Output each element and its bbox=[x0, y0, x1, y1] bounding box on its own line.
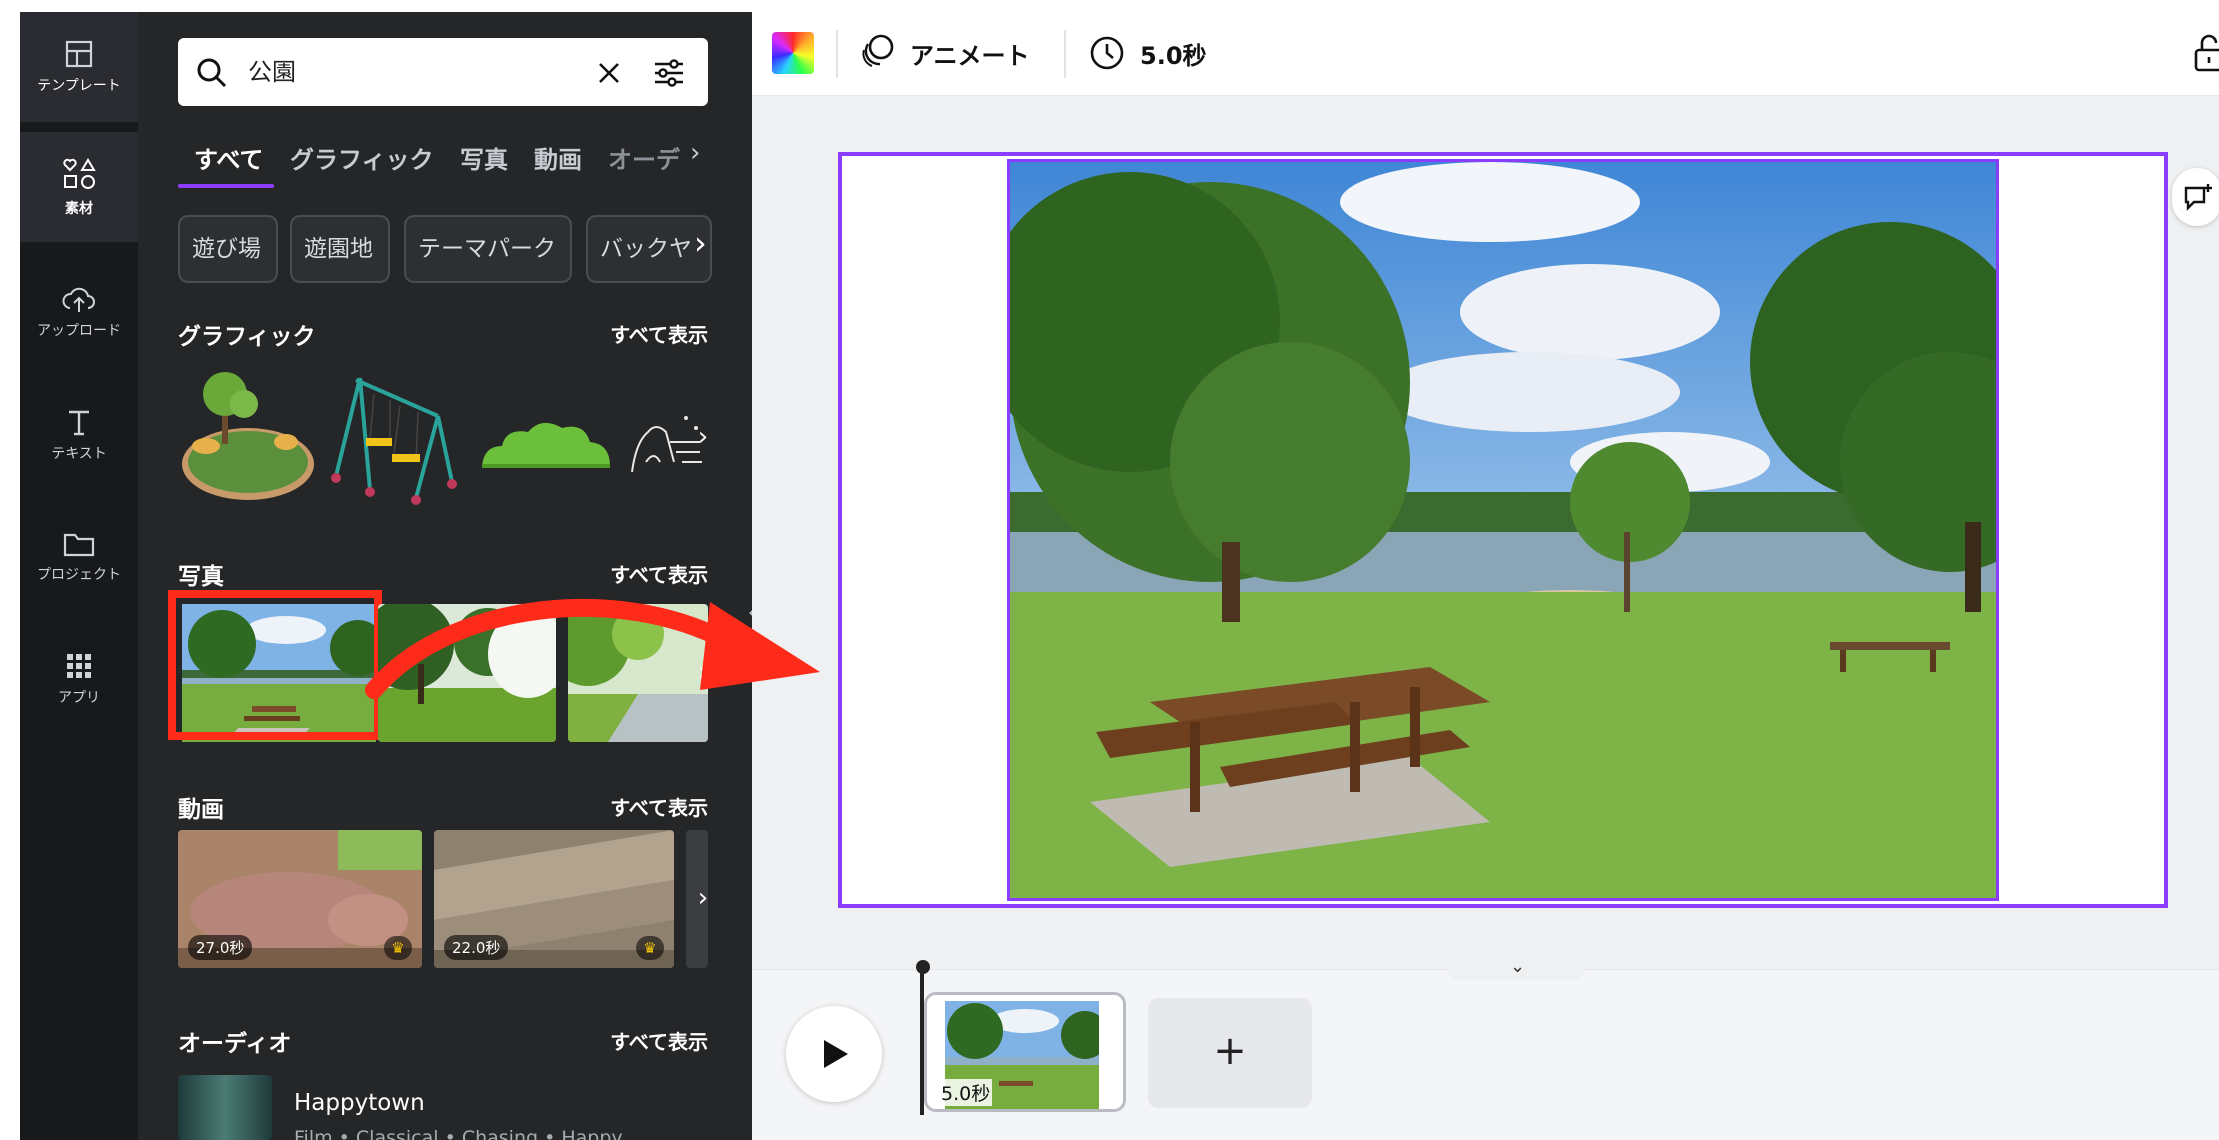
editor-toolbar: アニメート 5.0秒 bbox=[752, 12, 2219, 96]
tab-active-indicator bbox=[178, 184, 274, 188]
graphics-see-all[interactable]: すべて表示 bbox=[610, 319, 708, 348]
bush-graphic[interactable] bbox=[478, 412, 614, 472]
tab-all[interactable]: すべて bbox=[194, 140, 263, 175]
color-picker-icon[interactable] bbox=[772, 32, 814, 74]
toolbar-divider bbox=[1064, 30, 1066, 78]
comment-button[interactable] bbox=[2172, 168, 2219, 226]
rail-item-apps[interactable]: アプリ bbox=[20, 624, 138, 734]
drag-arrow-annotation bbox=[365, 599, 820, 699]
elements-icon bbox=[63, 158, 96, 189]
premium-crown-icon: ♛ bbox=[384, 936, 412, 960]
lock-icon[interactable] bbox=[2192, 32, 2219, 74]
search-input[interactable]: 公園 bbox=[248, 38, 296, 106]
timeline: ⌄ 5.0秒 + bbox=[752, 956, 2219, 1140]
rail-item-text[interactable]: テキスト bbox=[20, 380, 138, 490]
video-thumb-2[interactable]: 22.0秒 ♛ bbox=[434, 830, 674, 968]
search-box[interactable]: 公園 bbox=[178, 38, 708, 106]
tab-audio[interactable]: オーデ bbox=[608, 140, 680, 175]
selected-photo-highlight bbox=[168, 590, 382, 740]
rail-label-uploads: アップロード bbox=[37, 323, 121, 339]
tab-photos[interactable]: 写真 bbox=[460, 140, 508, 175]
add-page-button[interactable]: + bbox=[1148, 998, 1312, 1108]
graphics-heading: グラフィック bbox=[178, 324, 316, 350]
play-button[interactable] bbox=[786, 1006, 882, 1102]
rail-label-templates: テンプレート bbox=[37, 78, 121, 94]
tabs-next-icon[interactable]: › bbox=[690, 138, 700, 168]
video-duration-badge: 22.0秒 bbox=[444, 935, 509, 960]
design-page[interactable] bbox=[838, 152, 2168, 908]
comment-add-icon bbox=[2184, 184, 2212, 211]
videos-next-icon[interactable]: › bbox=[690, 878, 716, 918]
timeline-clip[interactable]: 5.0秒 bbox=[924, 992, 1126, 1112]
upload-icon bbox=[62, 287, 95, 312]
tab-videos[interactable]: 動画 bbox=[534, 140, 582, 175]
chips-next-icon[interactable]: › bbox=[694, 224, 707, 262]
text-icon bbox=[69, 410, 89, 436]
chevron-down-icon: ⌄ bbox=[1510, 956, 1526, 977]
rail-item-projects[interactable]: プロジェクト bbox=[20, 502, 138, 612]
premium-crown-icon: ♛ bbox=[636, 936, 664, 960]
audio-cover-image[interactable] bbox=[178, 1075, 272, 1140]
timeline-toggle[interactable]: ⌄ bbox=[1446, 956, 1586, 980]
duration-button[interactable]: 5.0秒 bbox=[1140, 36, 1207, 71]
template-icon bbox=[65, 40, 93, 68]
animate-icon[interactable] bbox=[858, 32, 898, 72]
chip-amusement-park[interactable]: 遊園地 bbox=[290, 215, 390, 283]
audio-see-all[interactable]: すべて表示 bbox=[610, 1026, 708, 1055]
swing-graphic[interactable] bbox=[330, 370, 460, 510]
park-graphic[interactable] bbox=[178, 364, 318, 504]
audio-track-tags: Film • Classical • Chasing • Happy bbox=[294, 1127, 623, 1140]
apps-icon bbox=[67, 654, 91, 678]
audio-track-title[interactable]: Happytown bbox=[294, 1090, 425, 1116]
playhead-knob[interactable] bbox=[916, 960, 930, 974]
tab-graphics[interactable]: グラフィック bbox=[290, 140, 434, 175]
clear-icon[interactable] bbox=[596, 60, 622, 86]
rail-label-apps: アプリ bbox=[58, 690, 100, 706]
rail-label-projects: プロジェクト bbox=[37, 567, 121, 583]
rail-label-text: テキスト bbox=[51, 446, 107, 462]
video-duration-badge: 27.0秒 bbox=[188, 935, 253, 960]
rail-item-templates[interactable]: テンプレート bbox=[20, 12, 138, 122]
rail-item-uploads[interactable]: アップロード bbox=[20, 257, 138, 367]
graphics-next-icon[interactable]: › bbox=[690, 417, 716, 457]
audio-heading: オーディオ bbox=[178, 1031, 292, 1057]
rail-label-elements: 素材 bbox=[65, 201, 93, 217]
videos-see-all[interactable]: すべて表示 bbox=[610, 792, 708, 821]
left-rail: テンプレート 素材 アップロード テキスト プロジェクト アプリ bbox=[20, 12, 138, 1140]
chip-playground[interactable]: 遊び場 bbox=[178, 215, 278, 283]
animate-button[interactable]: アニメート bbox=[910, 36, 1030, 71]
chip-theme-park[interactable]: テーマパーク bbox=[404, 215, 572, 283]
park-photo[interactable] bbox=[1007, 159, 1999, 901]
search-icon bbox=[197, 58, 227, 88]
play-icon bbox=[824, 1040, 848, 1068]
clock-icon[interactable] bbox=[1088, 34, 1126, 72]
clip-duration: 5.0秒 bbox=[939, 1079, 993, 1106]
park-photo-image bbox=[1010, 162, 1996, 898]
videos-heading: 動画 bbox=[178, 797, 224, 823]
rail-item-elements[interactable]: 素材 bbox=[20, 132, 138, 242]
video-thumb-1[interactable]: 27.0秒 ♛ bbox=[178, 830, 422, 968]
filter-icon[interactable] bbox=[652, 56, 686, 90]
folder-icon bbox=[63, 533, 95, 557]
toolbar-divider bbox=[836, 30, 838, 78]
photos-heading: 写真 bbox=[178, 564, 224, 590]
